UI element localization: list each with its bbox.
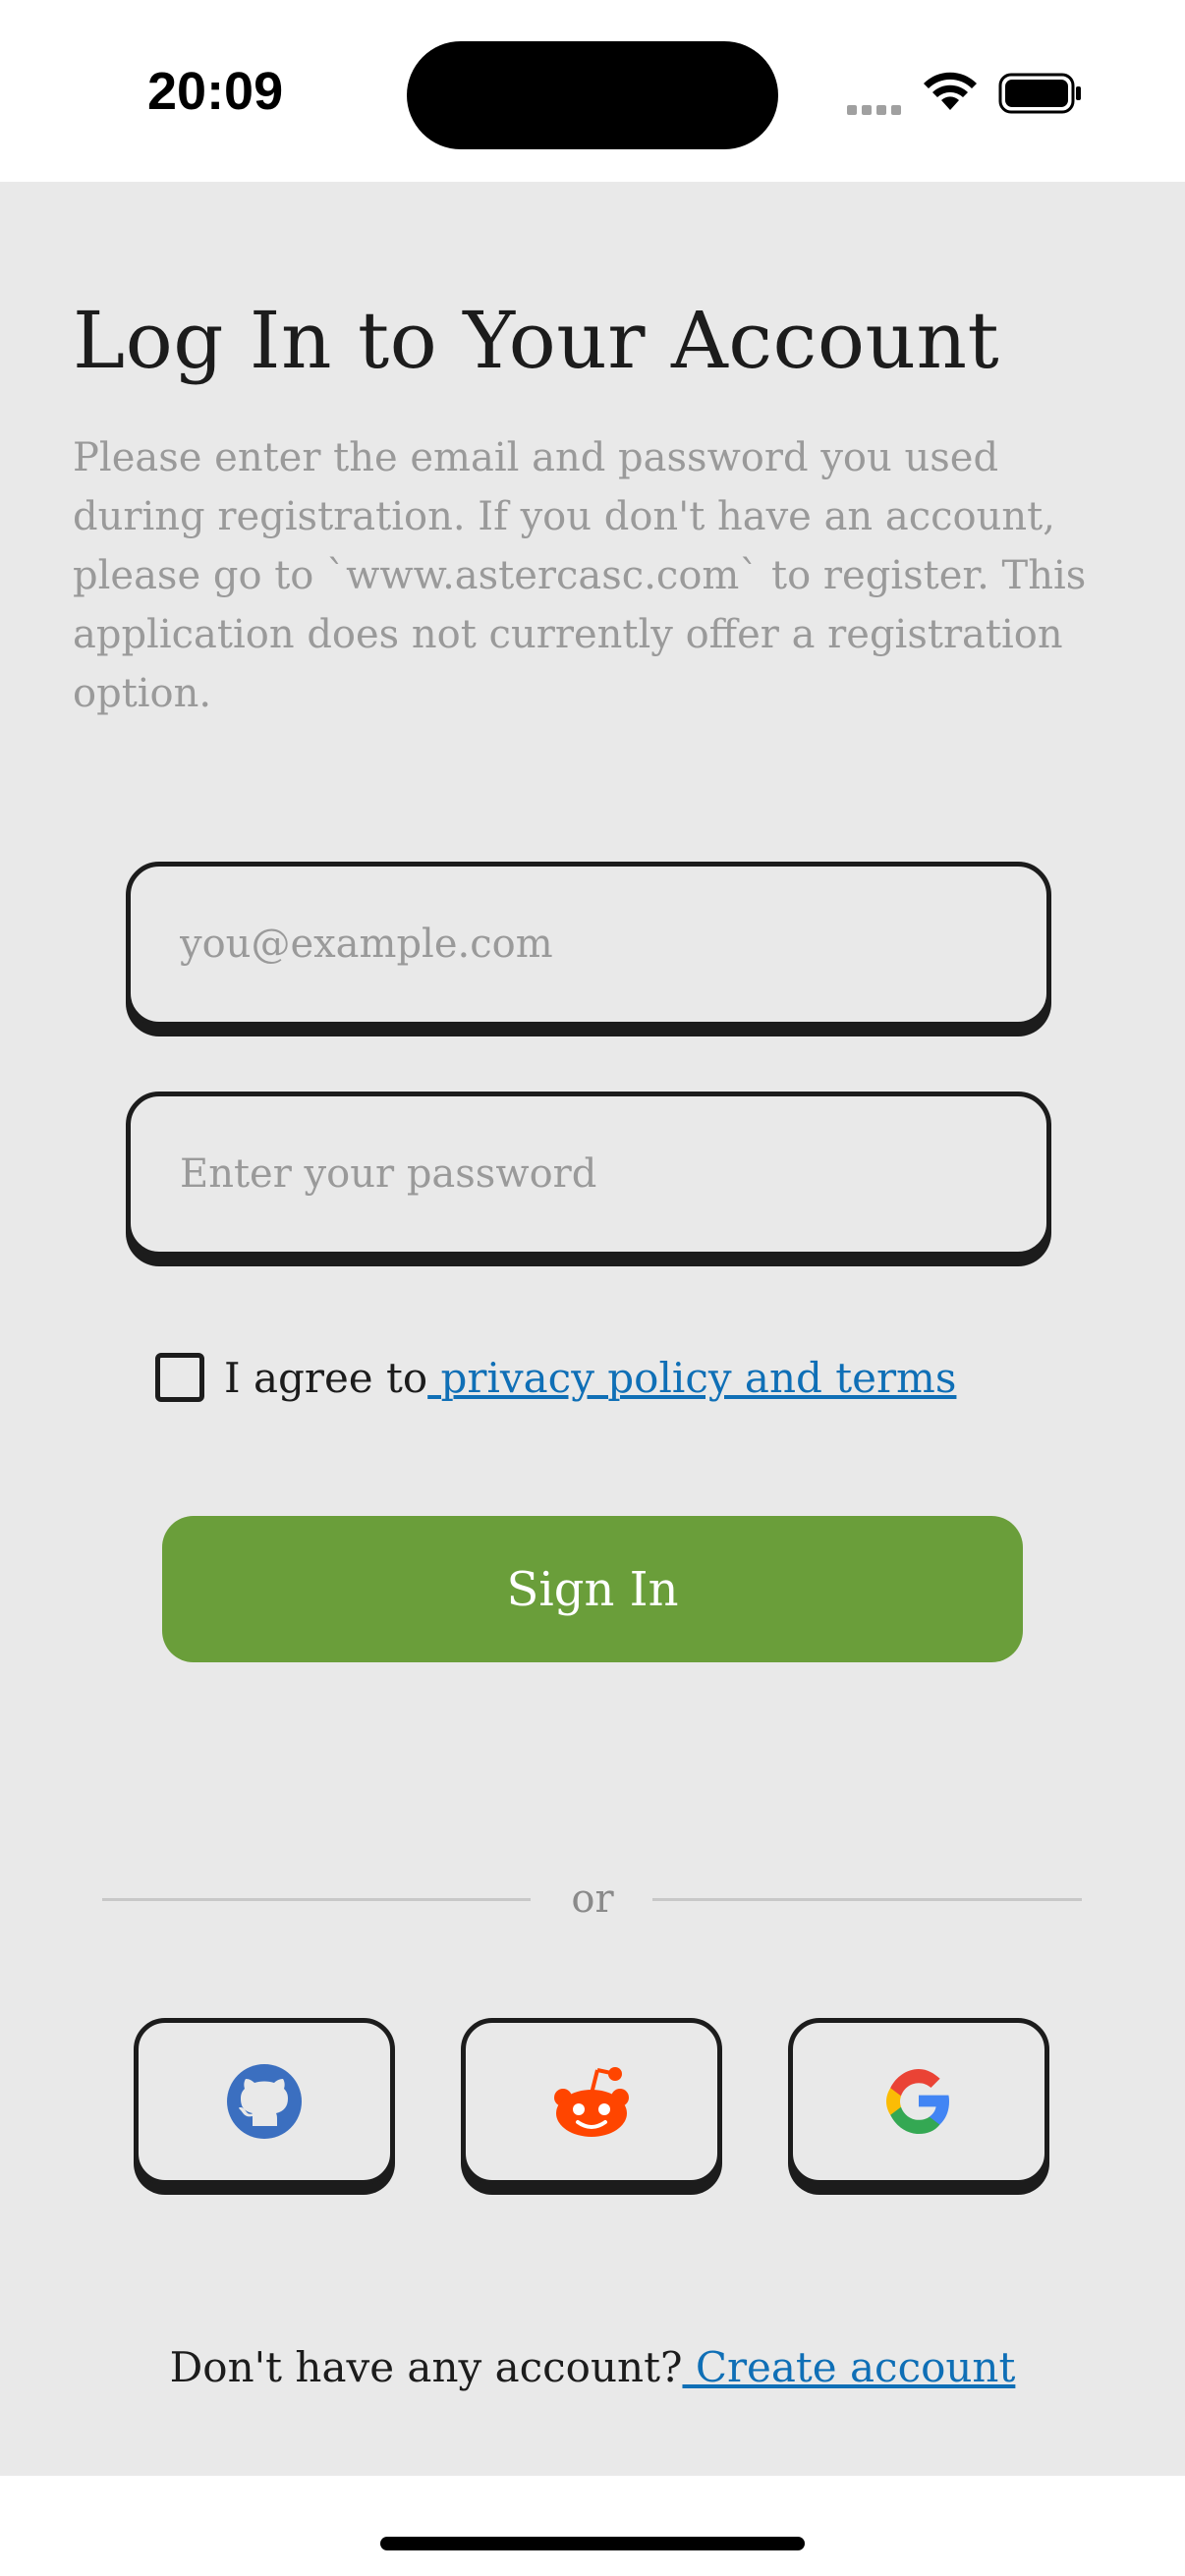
divider-or-text: or — [571, 1876, 614, 1922]
sign-in-button[interactable]: Sign In — [162, 1516, 1023, 1662]
privacy-policy-link[interactable]: privacy policy and terms — [427, 1354, 957, 1402]
footer-signup-row: Don't have any account? Create account — [0, 2343, 1185, 2391]
email-field-container — [126, 862, 1051, 1027]
home-indicator[interactable] — [380, 2537, 805, 2550]
google-login-button[interactable] — [788, 2018, 1049, 2185]
agree-row: I agree to privacy policy and terms — [155, 1350, 956, 1405]
reddit-icon — [554, 2067, 629, 2137]
email-field[interactable] — [180, 867, 1005, 1022]
page-description: Please enter the email and password you … — [73, 435, 1087, 716]
password-field[interactable] — [180, 1096, 1005, 1252]
create-account-link[interactable]: Create account — [682, 2343, 1016, 2391]
github-login-button[interactable] — [134, 2018, 395, 2185]
footer-text: Don't have any account? — [169, 2343, 683, 2391]
dynamic-island — [407, 41, 778, 149]
status-bar: 20:09 — [0, 0, 1185, 182]
status-time: 20:09 — [147, 62, 284, 121]
password-field-container — [126, 1092, 1051, 1257]
page-title: Log In to Your Account — [73, 295, 1000, 386]
cellular-signal-icon — [847, 100, 906, 119]
reddit-login-button[interactable] — [461, 2018, 722, 2185]
battery-icon — [998, 73, 1081, 114]
github-icon — [227, 2064, 302, 2139]
home-bar-area — [0, 2476, 1185, 2576]
agree-label: I agree to — [224, 1353, 428, 1402]
wifi-icon — [924, 72, 977, 110]
divider-line-left — [102, 1898, 531, 1901]
divider-line-right — [652, 1898, 1082, 1901]
agree-checkbox[interactable] — [155, 1353, 204, 1402]
google-icon — [886, 2069, 949, 2134]
